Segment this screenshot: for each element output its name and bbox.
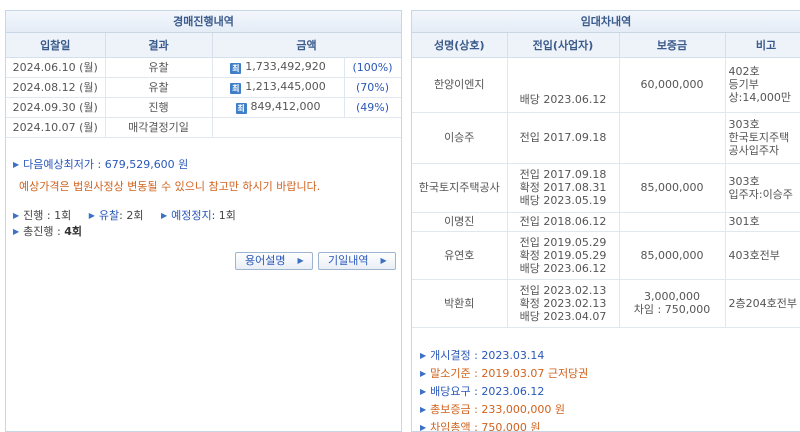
lease-panel-title: 임대차내역 xyxy=(412,11,800,33)
next-min-price-value: 679,529,600 원 xyxy=(104,158,189,171)
table-row: 2024.09.30 (월) 진행 최 849,412,000 (49%) xyxy=(6,96,401,118)
bid-amount-value: 1,733,492,920 xyxy=(245,60,326,73)
note: 2층204호전부 xyxy=(724,278,800,328)
lease-table-header: 성명(상호) 전입(사업자) 보증금 비고 xyxy=(412,33,800,58)
bullet-triangle-icon: ▶ xyxy=(88,211,95,220)
bid-percent: (70%) xyxy=(343,76,401,98)
auction-table: 입찰일 결과 금액 2024.06.10 (월) 유찰 최 1,733,492,9… xyxy=(6,33,401,138)
bid-date: 2024.10.07 (월) xyxy=(6,116,106,138)
bid-amount xyxy=(211,116,401,138)
bid-amount-value: 1,213,445,000 xyxy=(245,80,326,93)
note: 303호 한국토지주택 공사입주자 xyxy=(724,111,800,164)
bid-amount: 최 1,733,492,920 xyxy=(211,56,345,78)
bullet-triangle-icon: ▶ xyxy=(420,369,427,378)
min-price-icon: 최 xyxy=(230,63,242,74)
next-min-price: ▶ 다음예상최저가 : 679,529,600 원 xyxy=(13,158,189,171)
tenant-name: 한국토지주택공사 xyxy=(412,162,508,213)
bullet-triangle-icon: ▶ xyxy=(420,351,427,360)
note: 403호전부 xyxy=(724,230,800,280)
start-decision: ▶ 개시결정 : 2023.03.14 xyxy=(420,349,545,362)
move-in: 전입 2019.05.29 확정 2019.05.29 배당 2023.06.12 xyxy=(506,230,620,280)
bid-result: 유찰 xyxy=(104,76,213,98)
distribution-request: ▶ 배당요구 : 2023.06.12 xyxy=(420,385,545,398)
arrow-right-icon: ▶ xyxy=(297,256,304,265)
bid-amount-value: 849,412,000 xyxy=(250,100,321,113)
glossary-button[interactable]: 용어설명 ▶ xyxy=(235,252,313,270)
col-header-result: 결과 xyxy=(104,33,213,58)
total-progress-value: 4회 xyxy=(64,225,82,238)
table-row: 한양이엔지 배당 2023.06.12 60,000,000 402호 등기부 상:… xyxy=(412,56,800,113)
table-row: 2024.06.10 (월) 유찰 최 1,733,492,920 (100%) xyxy=(6,56,401,78)
deposit: 85,000,000 xyxy=(618,162,726,213)
cancellation-basis: ▶ 말소기준 : 2019.03.07 근저당권 xyxy=(420,367,589,380)
deposit: 60,000,000 xyxy=(618,56,726,113)
col-header-deposit: 보증금 xyxy=(618,33,726,58)
note: 402호 등기부 상:14,000만 xyxy=(724,56,800,113)
lease-history-panel: 임대차내역 성명(상호) 전입(사업자) 보증금 비고 한양이엔지 배당 202… xyxy=(411,10,800,432)
bullet-triangle-icon: ▶ xyxy=(420,405,427,414)
table-row: 2024.10.07 (월) 매각결정기일 xyxy=(6,116,401,138)
lease-table: 성명(상호) 전입(사업자) 보증금 비고 한양이엔지 배당 2023.06.1… xyxy=(412,33,800,328)
bullet-triangle-icon: ▶ xyxy=(420,423,427,432)
tenant-name: 한양이엔지 xyxy=(412,56,508,113)
deposit xyxy=(618,111,726,164)
min-price-icon: 최 xyxy=(230,83,242,94)
bid-result: 매각결정기일 xyxy=(104,116,213,138)
total-rent: ▶ 차임총액 : 750,000 원 xyxy=(420,421,541,432)
deposit: 3,000,000 차임 : 750,000 xyxy=(618,278,726,328)
bullet-triangle-icon: ▶ xyxy=(13,160,20,169)
table-row: 이승주 전입 2017.09.18 303호 한국토지주택 공사입주자 xyxy=(412,111,800,164)
move-in: 전입 2018.06.12 xyxy=(506,211,620,232)
tenant-name: 이명진 xyxy=(412,211,508,232)
col-header-name: 성명(상호) xyxy=(412,33,508,58)
col-header-amount: 금액 xyxy=(211,33,401,58)
col-header-date: 입찰일 xyxy=(6,33,106,58)
total-deposit: ▶ 총보증금 : 233,000,000 원 xyxy=(420,403,565,416)
date-history-button[interactable]: 기일내역 ▶ xyxy=(318,252,396,270)
bid-result: 진행 xyxy=(104,96,213,118)
bid-date: 2024.09.30 (월) xyxy=(6,96,106,118)
bid-percent: (49%) xyxy=(343,96,401,118)
total-progress: ▶ 총진행 : 4회 xyxy=(13,225,82,238)
move-in: 배당 2023.06.12 xyxy=(506,56,620,113)
deposit xyxy=(618,211,726,232)
min-price-icon: 최 xyxy=(235,103,247,114)
tenant-name: 유연호 xyxy=(412,230,508,280)
auction-stats: ▶ 진행 : 1회 ▶ 유찰: 2회 ▶ 예정정지: 1회 xyxy=(13,209,236,222)
auction-panel-title: 경매진행내역 xyxy=(6,11,401,33)
table-row: 2024.08.12 (월) 유찰 최 1,213,445,000 (70%) xyxy=(6,76,401,98)
table-row: 유연호 전입 2019.05.29 확정 2019.05.29 배당 2023.06… xyxy=(412,230,800,280)
tenant-name: 박환희 xyxy=(412,278,508,328)
bullet-triangle-icon: ▶ xyxy=(13,227,20,236)
bullet-triangle-icon: ▶ xyxy=(420,387,427,396)
move-in: 전입 2023.02.13 확정 2023.02.13 배당 2023.04.07 xyxy=(506,278,620,328)
price-notice: 예상가격은 법원사정상 변동될 수 있으니 참고만 하시기 바랍니다. xyxy=(19,180,321,193)
bid-date: 2024.08.12 (월) xyxy=(6,76,106,98)
bid-date: 2024.06.10 (월) xyxy=(6,56,106,78)
move-in: 전입 2017.09.18 xyxy=(506,111,620,164)
auction-table-header: 입찰일 결과 금액 xyxy=(6,33,401,58)
arrow-right-icon: ▶ xyxy=(380,256,387,265)
table-row: 한국토지주택공사 전입 2017.09.18 확정 2017.08.31 배당 20… xyxy=(412,162,800,213)
bid-amount: 최 1,213,445,000 xyxy=(211,76,345,98)
deposit: 85,000,000 xyxy=(618,230,726,280)
col-header-move-in: 전입(사업자) xyxy=(506,33,620,58)
table-row: 이명진 전입 2018.06.12 301호 xyxy=(412,211,800,232)
bid-amount: 최 849,412,000 xyxy=(211,96,345,118)
note: 303호 입주자:이승주 xyxy=(724,162,800,213)
tenant-name: 이승주 xyxy=(412,111,508,164)
bid-percent: (100%) xyxy=(343,56,401,78)
move-in: 전입 2017.09.18 확정 2017.08.31 배당 2023.05.19 xyxy=(506,162,620,213)
auction-history-panel: 경매진행내역 입찰일 결과 금액 2024.06.10 (월) 유찰 최 1,73… xyxy=(5,10,402,432)
bullet-triangle-icon: ▶ xyxy=(160,211,168,220)
col-header-note: 비고 xyxy=(724,33,800,58)
bid-result: 유찰 xyxy=(104,56,213,78)
bullet-triangle-icon: ▶ xyxy=(13,211,20,220)
note: 301호 xyxy=(724,211,800,232)
table-row: 박환희 전입 2023.02.13 확정 2023.02.13 배당 2023.04… xyxy=(412,278,800,328)
